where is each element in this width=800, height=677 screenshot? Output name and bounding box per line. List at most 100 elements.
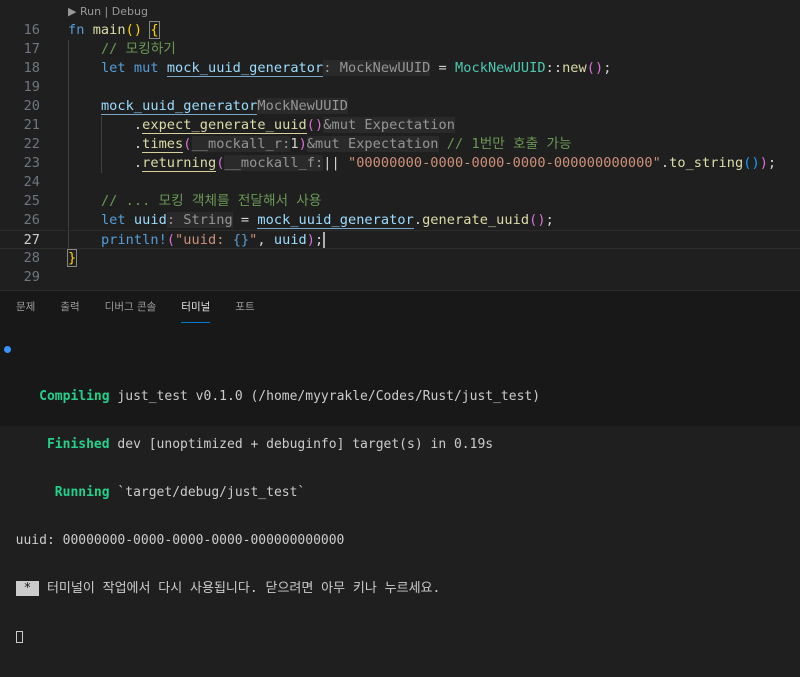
- code-line[interactable]: 22 .times(__mockall_r:1)&mut Expectation…: [0, 135, 800, 154]
- code-token: (): [529, 212, 546, 228]
- code-text: }: [66, 249, 78, 268]
- code-token: MockNewUUID: [455, 60, 546, 76]
- code-text: .times(__mockall_r:1)&mut Expectation //…: [68, 135, 572, 154]
- terminal-line-output: uuid: 00000000-0000-0000-0000-0000000000…: [0, 533, 540, 549]
- inlay-hint: &mut Expectation: [306, 136, 439, 152]
- panel-tab[interactable]: 터미널: [181, 299, 211, 323]
- panel-tab[interactable]: 출력: [60, 299, 79, 323]
- code-text: mock_uuid_generatorMockNewUUID: [68, 97, 348, 116]
- terminal[interactable]: Compiling just_test v0.1.0 (/home/myyrak…: [0, 341, 540, 677]
- line-number: 21: [23, 117, 40, 133]
- inlay-hint: __mockall_f:: [224, 155, 324, 171]
- code-token: (): [743, 155, 760, 171]
- code-token: returning: [142, 155, 217, 172]
- code-token: // ... 모킹 객체를 전달해서 사용: [100, 193, 322, 209]
- code-token: times: [142, 136, 184, 153]
- code-token: to_string: [669, 155, 744, 171]
- code-line[interactable]: 26 let uuid: String = mock_uuid_generato…: [0, 211, 800, 230]
- compiling-label: Compiling: [39, 389, 110, 404]
- code-line[interactable]: 24: [0, 173, 800, 192]
- line-number: 19: [23, 79, 40, 95]
- code-text: println!("uuid: {}", uuid);: [68, 231, 326, 250]
- line-number: 22: [23, 136, 40, 152]
- debug-codelens[interactable]: Debug: [112, 5, 148, 18]
- code-token: ::: [545, 60, 563, 76]
- code-token: main: [92, 22, 126, 38]
- reuse-message: 터미널이 작업에서 다시 사용됩니다. 닫으려면 아무 키나 누르세요.: [39, 581, 441, 596]
- code-line[interactable]: 16 fn main() {: [0, 21, 800, 40]
- code-line[interactable]: 29: [0, 268, 800, 287]
- finished-label: Finished: [46, 437, 110, 452]
- code-token: // 모킹하기: [100, 41, 176, 57]
- code-token: println!: [100, 232, 167, 248]
- code-token: let: [100, 212, 134, 228]
- code-token: {: [149, 21, 160, 39]
- code-token: ;: [603, 60, 612, 76]
- codelens: ▶ Run | Debug: [68, 5, 148, 18]
- code-line[interactable]: 21 .expect_generate_uuid()&mut Expectati…: [0, 116, 800, 135]
- code-token: uuid: [133, 212, 167, 228]
- code-line[interactable]: 18 let mut mock_uuid_generator: MockNewU…: [0, 59, 800, 78]
- run-label[interactable]: Run: [80, 5, 101, 18]
- code-token: =: [430, 60, 456, 76]
- run-codelens[interactable]: ▶ Run: [68, 5, 101, 18]
- panel-tab[interactable]: 포트: [235, 299, 254, 323]
- bottom-panel: 문제 출력 디버그 콘솔 터미널 포트 Compiling just_test v0.1…: [0, 290, 800, 643]
- line-number: 26: [23, 212, 40, 228]
- code-token: // 1번만 호출 가능: [438, 136, 572, 152]
- line-number: 18: [23, 60, 40, 76]
- code-token: ;: [315, 232, 326, 248]
- code-token: ): [759, 155, 768, 171]
- code-line[interactable]: 25 // ... 모킹 객체를 전달해서 사용: [0, 192, 800, 211]
- code-token: =: [232, 212, 258, 228]
- finished-text: dev [unoptimized + debuginfo] target(s) …: [109, 437, 494, 452]
- code-text: let uuid: String = mock_uuid_generator.g…: [68, 211, 554, 230]
- code-token: "00000000-0000-0000-0000-000000000000": [347, 155, 661, 171]
- code-line[interactable]: 28}: [0, 249, 800, 268]
- line-number: 23: [23, 155, 40, 171]
- code-line[interactable]: 27 println!("uuid: {}", uuid);: [0, 230, 800, 249]
- codelens-separator: |: [101, 5, 112, 18]
- code-text: .returning(__mockall_f:|| "00000000-0000…: [68, 154, 776, 173]
- line-number: 16: [23, 22, 40, 38]
- code-token: .: [68, 117, 143, 133]
- command-status-dot-icon: [4, 346, 11, 353]
- line-number: 24: [23, 174, 40, 190]
- code-token: fn: [68, 22, 93, 38]
- code-token: {}: [232, 232, 250, 248]
- code-token: .: [660, 155, 670, 171]
- panel-tab[interactable]: 디버그 콘솔: [105, 299, 157, 323]
- code-token: mock_uuid_generator: [166, 60, 324, 77]
- star-marker: *: [15, 581, 40, 596]
- terminal-line-reuse: * 터미널이 작업에서 다시 사용됩니다. 닫으려면 아무 키나 누르세요.: [0, 581, 540, 597]
- inlay-hint: __mockall_r:: [191, 136, 291, 152]
- code-line[interactable]: 20 mock_uuid_generatorMockNewUUID: [0, 97, 800, 116]
- line-number: 27: [23, 232, 40, 248]
- line-number: 29: [23, 269, 40, 285]
- program-output: uuid: 00000000-0000-0000-0000-0000000000…: [15, 533, 345, 548]
- code-editor[interactable]: ▶ Run | Debug 16 fn main() {17 // 모킹하기 18 …: [0, 0, 800, 290]
- running-text: `target/debug/just_test`: [109, 485, 306, 500]
- panel-tabs: 문제 출력 디버그 콘솔 터미널 포트: [16, 299, 280, 323]
- terminal-line-prompt: [0, 629, 540, 645]
- code-token: (): [586, 60, 604, 76]
- code-line[interactable]: 17 // 모킹하기: [0, 40, 800, 59]
- compiling-text: just_test v0.1.0 (/home/myyrakle/Codes/R…: [109, 389, 541, 404]
- code-text: let mut mock_uuid_generator: MockNewUUID…: [68, 59, 611, 78]
- code-line[interactable]: 19: [0, 78, 800, 97]
- inlay-hint: : String: [166, 212, 233, 228]
- code-token: (): [306, 117, 324, 133]
- terminal-line-compiling: Compiling just_test v0.1.0 (/home/myyrak…: [0, 389, 540, 405]
- panel-tab[interactable]: 문제: [16, 299, 35, 323]
- code-token: .: [413, 212, 423, 228]
- code-token: new: [562, 60, 587, 76]
- code-text: fn main() {: [68, 21, 160, 40]
- code-token: expect_generate_uuid: [142, 117, 307, 134]
- code-line[interactable]: 23 .returning(__mockall_f:|| "00000000-0…: [0, 154, 800, 173]
- line-number: 28: [23, 250, 40, 266]
